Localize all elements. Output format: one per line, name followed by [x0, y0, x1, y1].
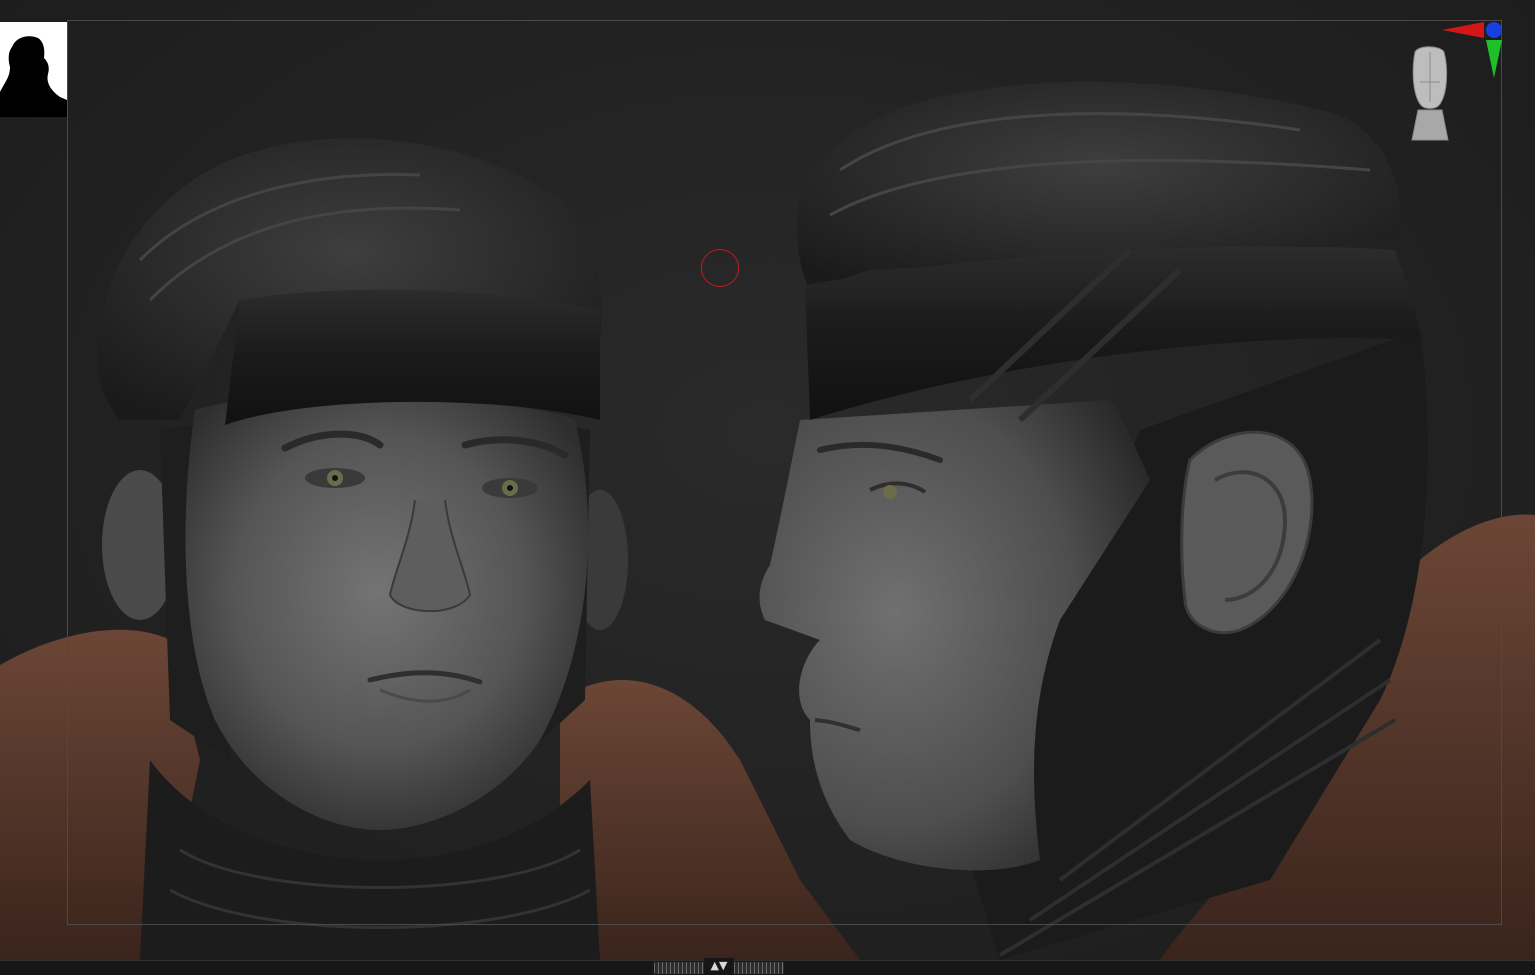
brush-cursor — [701, 249, 739, 287]
sculpt-scene[interactable] — [0, 0, 1535, 960]
bottom-tray-bar: ▲▼ — [0, 958, 1535, 975]
side-head — [759, 81, 1535, 960]
axis-gizmo-icon[interactable] — [1440, 18, 1506, 82]
axis-z-dot — [1486, 22, 1502, 38]
viewport-canvas[interactable] — [0, 0, 1535, 960]
silhouette-icon[interactable] — [0, 22, 67, 117]
tray-toggle-icon[interactable]: ▲▼ — [704, 958, 734, 974]
axis-y-arrow — [1486, 40, 1502, 78]
front-face — [185, 396, 589, 830]
axis-x-arrow — [1442, 22, 1484, 38]
